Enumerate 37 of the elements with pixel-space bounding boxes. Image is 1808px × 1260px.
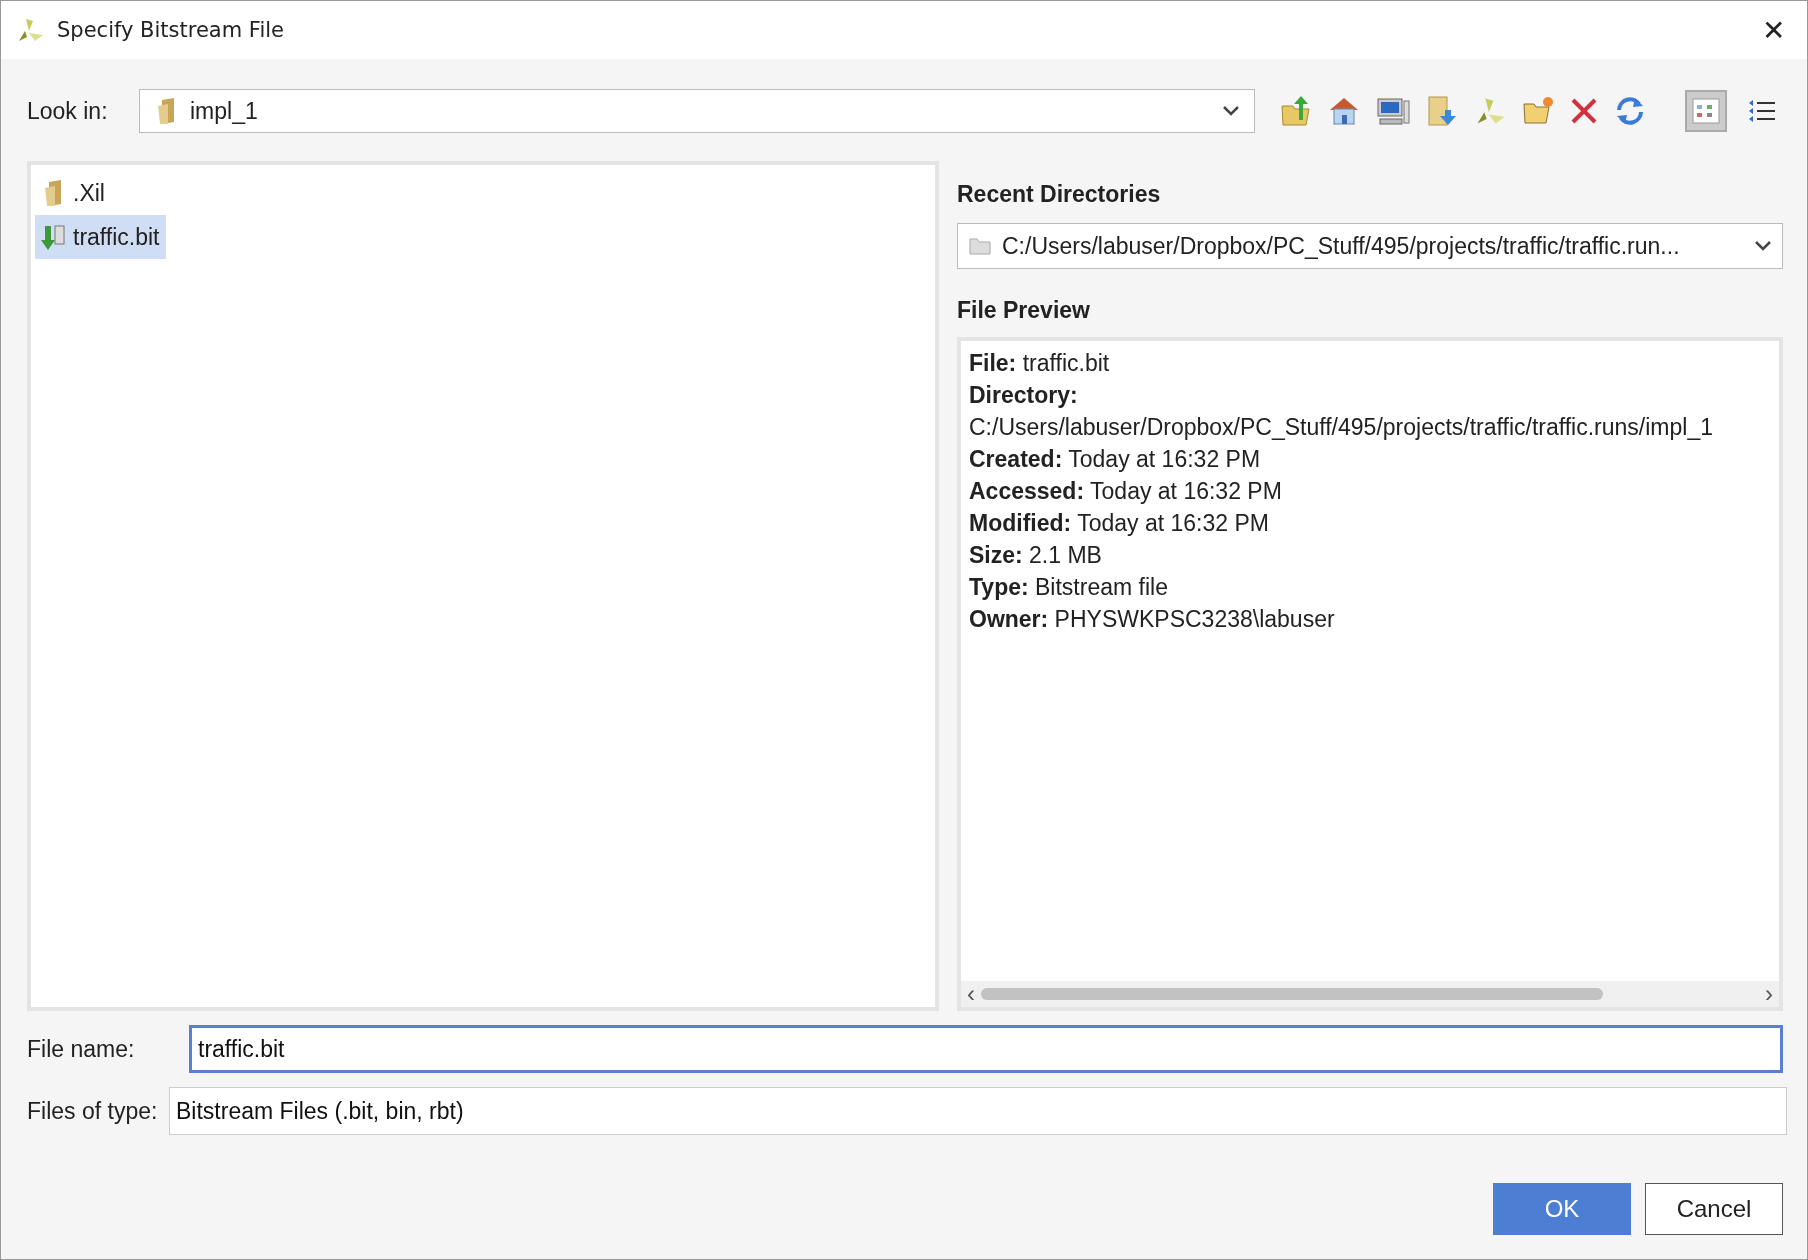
chevron-down-icon [1754,240,1772,252]
details-view-icon [1747,97,1777,125]
window-title: Specify Bitstream File [57,18,285,42]
file-list-item[interactable]: .Xil [35,171,111,215]
preview-line: C:/Users/labuser/Dropbox/PC_Stuff/495/projects/traffic/traffic.runs/impl_1 [969,413,1714,442]
files-of-type-dropdown[interactable]: Bitstream Files (.bit, bin, rbt) [169,1087,1787,1135]
preview-line: Accessed: Today at 16:32 PM [969,477,1283,506]
file-preview-label: File Preview [957,297,1091,325]
preview-line: Modified: Today at 16:32 PM [969,509,1270,538]
file-name-label: File name: [27,1035,136,1063]
close-button[interactable]: ✕ [1752,13,1795,47]
binary-file-icon [41,222,67,252]
look-in-dropdown[interactable]: impl_1 [139,89,1255,133]
list-view-button[interactable] [1685,90,1727,132]
ok-button[interactable]: OK [1493,1183,1631,1235]
cancel-button[interactable]: Cancel [1645,1183,1783,1235]
scrollbar-thumb[interactable] [981,988,1604,1000]
scroll-right-button[interactable]: › [1765,984,1773,1004]
chevron-down-icon [1222,105,1240,117]
files-of-type-label: Files of type: [27,1097,159,1125]
list-view-icon [1691,97,1721,125]
preview-line: Directory: [969,381,1079,410]
file-list-item[interactable]: traffic.bit [35,215,166,259]
look-in-label: Look in: [27,97,109,125]
folder-download-icon[interactable] [1425,94,1459,128]
preview-line: Size: 2.1 MB [969,541,1103,570]
file-name-field[interactable]: traffic.bit [189,1025,1783,1073]
recent-directories-dropdown[interactable]: C:/Users/labuser/Dropbox/PC_Stuff/495/projects/traffic/traffic.run... [957,223,1783,269]
preview-line: Type: Bitstream file [969,573,1169,602]
preview-line: Owner: PHYSWKPSC3238\labuser [969,605,1336,634]
scroll-left-button[interactable]: ‹ [967,984,975,1004]
folder-up-icon[interactable] [1279,94,1313,128]
delete-icon[interactable] [1569,96,1599,126]
preview-line: File: traffic.bit [969,349,1111,378]
recent-directories-label: Recent Directories [957,181,1162,209]
folder-icon [968,236,992,256]
preview-line: Created: Today at 16:32 PM [969,445,1262,474]
